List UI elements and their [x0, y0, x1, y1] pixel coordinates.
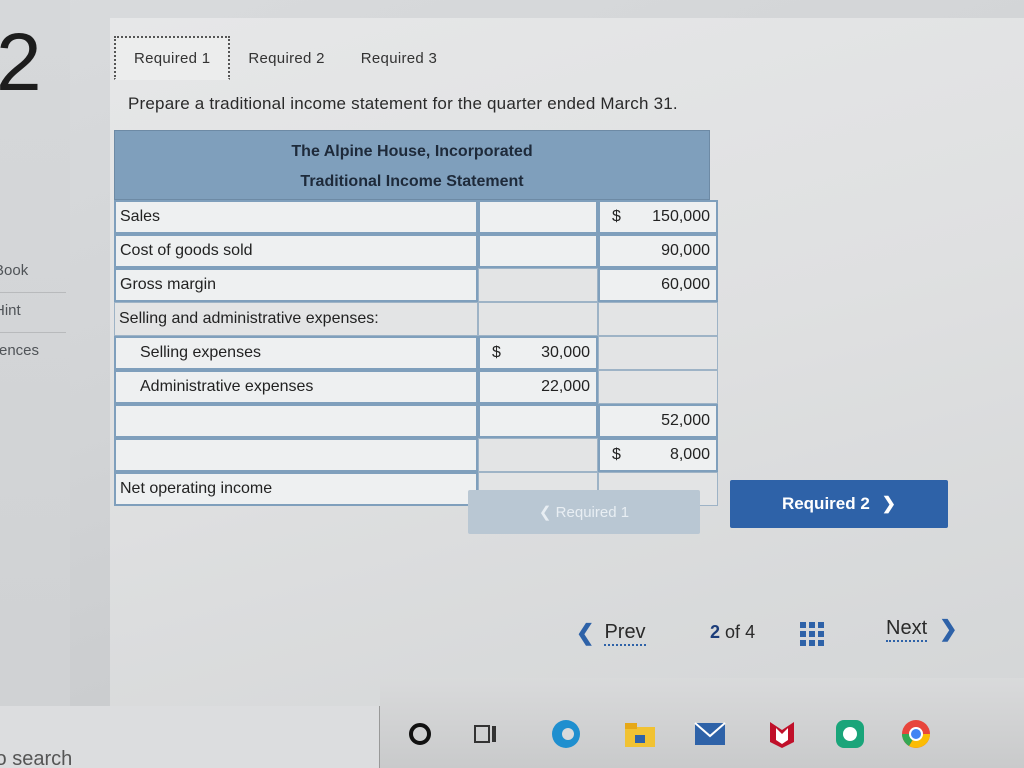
next-required-button[interactable]: Required 2 ❯ — [730, 480, 948, 528]
ebook-link[interactable]: Book — [0, 262, 28, 279]
label-field[interactable] — [114, 438, 478, 472]
total-field[interactable]: 60,000 — [598, 268, 718, 302]
table-row: Sales $150,000 — [114, 200, 734, 234]
amount-field[interactable] — [478, 404, 598, 438]
prev-label: Prev — [604, 621, 646, 646]
divider — [0, 292, 66, 293]
next-required-label: Required 2 — [781, 494, 870, 513]
amount-field[interactable] — [478, 200, 598, 234]
table-row: 52,000 — [114, 404, 734, 438]
references-link[interactable]: rences — [0, 342, 39, 359]
amount-cell — [478, 438, 598, 472]
label-field[interactable]: Sales — [114, 200, 478, 234]
total-cell — [598, 370, 718, 404]
section-label: Selling and administrative expenses: — [114, 302, 478, 336]
edge-icon[interactable] — [546, 714, 586, 754]
file-explorer-icon[interactable] — [620, 714, 660, 754]
label-field[interactable]: Cost of goods sold — [114, 234, 478, 268]
amount-field[interactable]: 22,000 — [478, 370, 598, 404]
amount-cell — [478, 302, 598, 336]
table-row: Cost of goods sold 90,000 — [114, 234, 734, 268]
tab-required-2[interactable]: Required 2 — [230, 36, 342, 80]
left-panel: 2 Book Hint rences — [0, 0, 70, 768]
total-field[interactable]: $8,000 — [598, 438, 718, 472]
next-question-link[interactable]: Next ❯ — [886, 616, 958, 642]
question-number: 2 — [0, 17, 42, 108]
prev-required-button[interactable]: ❮ Required 1 — [468, 490, 700, 534]
divider — [0, 332, 66, 333]
tab-bar: Required 1 Required 2 Required 3 — [114, 36, 455, 80]
label-field[interactable]: Net operating income — [114, 472, 478, 506]
table-row: Selling expenses $30,000 — [114, 336, 734, 370]
amount-cell — [478, 268, 598, 302]
current-page: 2 — [710, 622, 721, 642]
chevron-right-icon: ❯ — [939, 616, 958, 641]
income-statement-table: The Alpine House, Incorporated Tradition… — [114, 130, 734, 506]
total-field[interactable]: 52,000 — [598, 404, 718, 438]
table-row: Gross margin 60,000 — [114, 268, 734, 302]
prev-question-link[interactable]: ❮ Prev — [576, 620, 646, 646]
chevron-right-icon: ❯ — [881, 494, 897, 513]
chrome-icon[interactable] — [896, 714, 936, 754]
grid-icon[interactable] — [800, 622, 824, 646]
amount-field[interactable] — [478, 234, 598, 268]
taskbar-search[interactable]: to search — [0, 706, 380, 768]
chevron-left-icon: ❮ — [576, 620, 595, 645]
page-of: of — [725, 622, 741, 642]
task-view-icon[interactable] — [466, 714, 506, 754]
page-counter: 2 of 4 — [710, 622, 755, 643]
prev-required-label: Required 1 — [555, 503, 630, 521]
chevron-left-icon: ❮ — [538, 504, 556, 521]
amount-field[interactable]: $30,000 — [478, 336, 598, 370]
tab-required-1[interactable]: Required 1 — [114, 36, 231, 80]
total-cell — [598, 336, 718, 370]
total-field[interactable]: $150,000 — [598, 200, 718, 234]
statement-title: Traditional Income Statement — [300, 173, 524, 190]
question-pager: ❮ Prev 2 of 4 Next ❯ — [110, 614, 1024, 654]
label-field[interactable]: Administrative expenses — [114, 370, 478, 404]
label-field[interactable]: Gross margin — [114, 268, 478, 302]
search-placeholder: to search — [0, 748, 73, 768]
total-pages: 4 — [745, 622, 756, 642]
tab-required-3[interactable]: Required 3 — [343, 36, 455, 80]
cortana-icon[interactable] — [400, 714, 440, 754]
table-row: Selling and administrative expenses: — [114, 302, 734, 336]
taskbar: to search — [0, 678, 1024, 768]
mail-icon[interactable] — [690, 714, 730, 754]
company-name: The Alpine House, Incorporated — [291, 143, 533, 160]
label-field[interactable] — [114, 404, 478, 438]
statement-header: The Alpine House, Incorporated Tradition… — [114, 130, 710, 200]
label-field[interactable]: Selling expenses — [114, 336, 478, 370]
next-label: Next — [886, 617, 928, 642]
mcafee-icon[interactable] — [762, 714, 802, 754]
instructions-text: Prepare a traditional income statement f… — [128, 94, 678, 113]
table-row: Administrative expenses 22,000 — [114, 370, 734, 404]
total-field[interactable]: 90,000 — [598, 234, 718, 268]
question-panel: Required 1 Required 2 Required 3 Prepare… — [110, 18, 1024, 706]
total-cell — [598, 302, 718, 336]
app-icon[interactable] — [830, 714, 870, 754]
hint-link[interactable]: Hint — [0, 302, 21, 319]
table-row: $8,000 — [114, 438, 734, 472]
